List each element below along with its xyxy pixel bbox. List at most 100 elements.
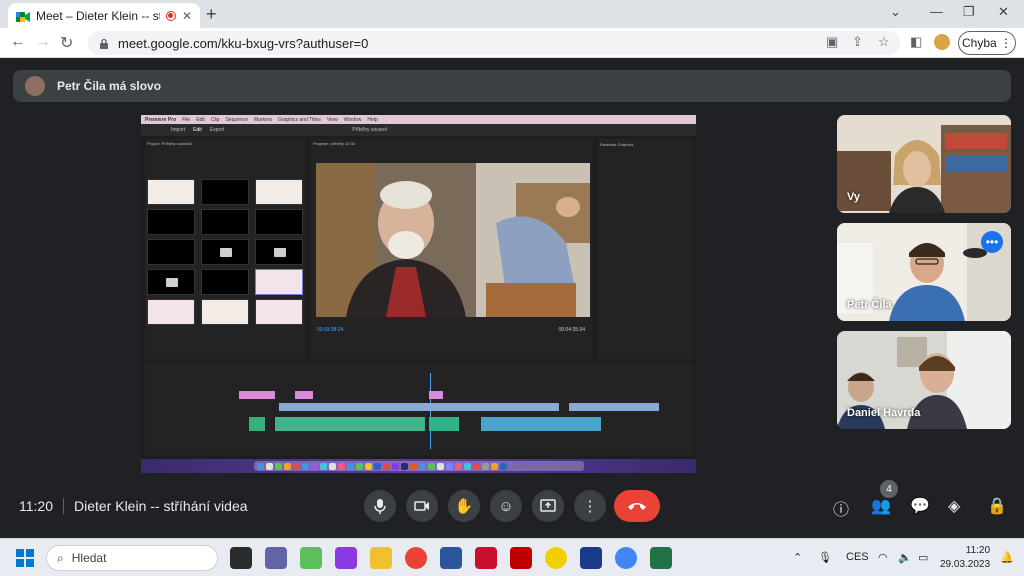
thumbnail — [147, 209, 195, 235]
taskbar-clock[interactable]: 11:20 29.03.2023 — [940, 544, 990, 572]
search-placeholder: Hledat — [71, 551, 107, 565]
thumbnail — [147, 239, 195, 265]
more-options-button[interactable]: ⋮ — [574, 490, 606, 522]
thumbnail — [255, 209, 303, 235]
headphones-app-icon[interactable] — [335, 547, 357, 569]
forward-icon[interactable]: → — [35, 33, 51, 51]
flag-app-icon[interactable] — [475, 547, 497, 569]
address-bar[interactable]: meet.google.com/kku-bxug-vrs?authuser=0 — [88, 31, 900, 55]
reactions-button[interactable]: ☺ — [490, 490, 522, 522]
menu-item: View — [326, 116, 338, 123]
participants-count-badge: 4 — [880, 480, 898, 498]
menu-item: File — [182, 116, 191, 123]
people-icon[interactable]: 👥 — [871, 496, 891, 516]
p-app-icon[interactable] — [510, 547, 532, 569]
chrome-active-icon[interactable] — [615, 547, 637, 569]
clip — [249, 417, 265, 431]
clip — [481, 417, 601, 431]
video-track-2 — [239, 403, 679, 411]
menu-item: Clip — [210, 116, 220, 123]
uk-flag-app-icon[interactable] — [580, 547, 602, 569]
side-panel-icon[interactable]: ◧ — [910, 34, 922, 50]
extension-avatar-icon[interactable] — [934, 34, 950, 50]
pacman-app-icon[interactable] — [545, 547, 567, 569]
back-icon[interactable]: ← — [10, 33, 26, 51]
folder-icon — [201, 239, 249, 265]
clip — [295, 391, 313, 399]
current-timecode: 00:03:38:24 — [317, 327, 344, 333]
meeting-title: Dieter Klein -- stříhání videa — [74, 498, 248, 514]
teams-icon[interactable] — [265, 547, 287, 569]
thumbnail — [255, 299, 303, 325]
present-icon — [540, 499, 556, 512]
thumbnail — [255, 269, 303, 295]
timeline-ruler — [241, 375, 681, 383]
header-tab: Edit — [193, 127, 202, 133]
app-icon[interactable] — [300, 547, 322, 569]
activities-icon[interactable]: ◈ — [948, 496, 960, 516]
bookmark-star-icon[interactable]: ☆ — [878, 34, 890, 50]
profile-label: Chyba — [961, 36, 997, 50]
dock-icons — [253, 461, 584, 471]
more-options-icon[interactable]: ••• — [981, 231, 1003, 253]
windows-start-icon[interactable] — [16, 549, 34, 567]
divider — [63, 498, 64, 514]
program-label: Program: příběhy 10:30 — [313, 141, 356, 146]
participant-tile-self[interactable]: Vy — [837, 115, 1011, 213]
reload-icon[interactable]: ↻ — [60, 33, 73, 53]
meeting-details-icon[interactable]: ⓘ — [833, 496, 849, 520]
camera-button[interactable] — [406, 490, 438, 522]
tab-title: Meet – Dieter Klein -- stříhání — [36, 8, 160, 23]
excel-icon[interactable] — [650, 547, 672, 569]
present-screen-button[interactable] — [532, 490, 564, 522]
keyboard-language[interactable]: CES — [846, 551, 869, 563]
playhead — [430, 373, 431, 449]
avatar — [25, 76, 45, 96]
chat-icon[interactable]: 💬 — [910, 496, 930, 516]
host-controls-icon[interactable]: 🔒 — [987, 496, 1007, 516]
microphone-button[interactable] — [364, 490, 396, 522]
search-icon: ⌕ — [57, 550, 64, 565]
raise-hand-button[interactable]: ✋ — [448, 490, 480, 522]
participant-tile-daniel[interactable]: Daniel Havrda — [837, 331, 1011, 429]
project-panel-label: Project: Příběhy sousedů — [147, 141, 192, 146]
menu-item: Sequence — [225, 116, 248, 123]
folder-icon — [147, 269, 195, 295]
tray-overflow-icon[interactable]: ⌃ — [793, 551, 802, 564]
thumbnail — [201, 299, 249, 325]
audio-track-1 — [239, 417, 679, 431]
volume-icon[interactable]: 🔈 — [898, 551, 912, 564]
wifi-icon[interactable]: ◠ — [878, 551, 888, 564]
header-tab: Import — [171, 127, 186, 133]
graphics-label: Essential Graphics — [600, 142, 634, 147]
menu-item: Window — [343, 116, 362, 123]
file-explorer-icon[interactable] — [370, 547, 392, 569]
project-name: Příběhy soused — [352, 127, 387, 133]
close-window-button[interactable]: ✕ — [998, 4, 1009, 20]
leave-call-button[interactable] — [614, 490, 660, 522]
chrome-icon[interactable] — [405, 547, 427, 569]
menu-item: Help — [367, 116, 378, 123]
restore-button[interactable]: ❐ — [963, 4, 975, 20]
word-icon[interactable] — [440, 547, 462, 569]
taskbar-search-box[interactable]: ⌕ Hledat — [46, 545, 218, 571]
new-tab-button[interactable]: + — [206, 4, 217, 25]
battery-icon[interactable]: ▭ — [918, 551, 928, 564]
tab-search-icon[interactable]: ⌄ — [890, 4, 901, 20]
lock-icon — [98, 37, 110, 49]
tray-microphone-icon[interactable]: 🎙 — [818, 551, 832, 564]
minimize-button[interactable]: — — [930, 4, 943, 19]
hang-up-icon — [628, 503, 646, 510]
close-tab-icon[interactable]: ✕ — [182, 9, 192, 23]
browser-tab-meet[interactable]: Meet – Dieter Klein -- stříhání ✕ — [8, 3, 200, 28]
shared-screen: Premiere Pro File Edit Clip Sequence Mar… — [141, 115, 696, 473]
task-view-icon[interactable] — [230, 547, 252, 569]
menu-item: Graphics and Titles — [278, 116, 321, 123]
participant-tile-petr[interactable]: ••• Petr Čila — [837, 223, 1011, 321]
share-icon[interactable]: ⇪ — [852, 34, 863, 50]
emoji-icon: ☺ — [498, 497, 514, 515]
notifications-icon[interactable]: 🔔 — [1000, 551, 1014, 564]
camera-permission-icon[interactable]: ▣ — [826, 34, 838, 50]
profile-error-button[interactable]: Chyba ⋮ — [958, 31, 1016, 55]
browser-toolbar: ← → ↻ meet.google.com/kku-bxug-vrs?authu… — [0, 28, 1024, 58]
